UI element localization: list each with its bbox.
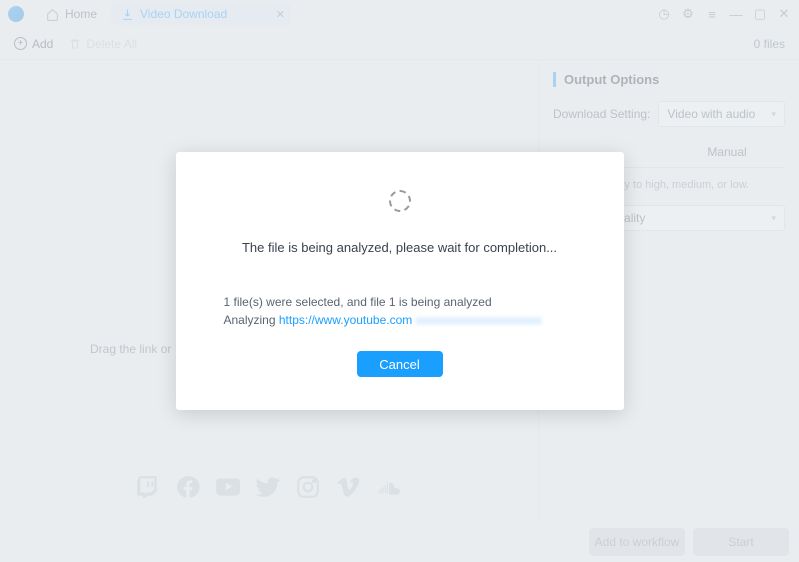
modal-analyzing-line: Analyzing https://www.youtube.com xxxxxx… xyxy=(224,313,542,327)
analyzing-link: https://www.youtube.com xyxy=(279,313,412,327)
analyzing-blurred: xxxxxxxxxxxxxxxxxxxxx xyxy=(416,313,542,327)
modal-message: The file is being analyzed, please wait … xyxy=(242,240,557,255)
modal-progress-text: 1 file(s) were selected, and file 1 is b… xyxy=(224,295,492,309)
analyzing-prefix: Analyzing xyxy=(224,313,279,327)
modal-overlay: The file is being analyzed, please wait … xyxy=(0,0,799,562)
analyzing-modal: The file is being analyzed, please wait … xyxy=(176,152,624,410)
spinner-icon xyxy=(389,190,411,212)
cancel-button[interactable]: Cancel xyxy=(357,351,443,377)
